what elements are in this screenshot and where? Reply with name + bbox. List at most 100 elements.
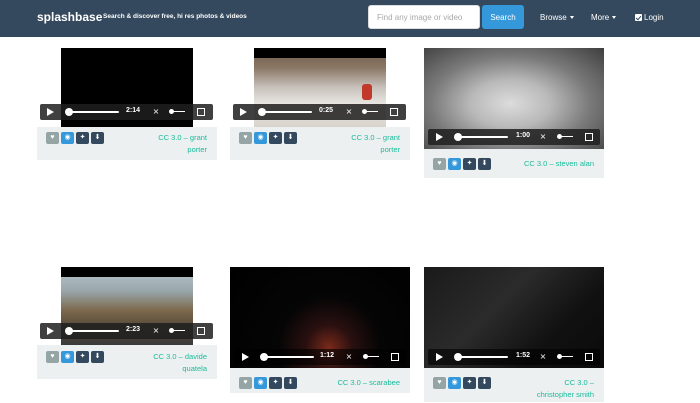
fullscreen-icon[interactable] (585, 133, 593, 141)
search-input[interactable] (368, 5, 480, 29)
license-credit[interactable]: CC 3.0 – christopher smith (537, 377, 594, 401)
navbar: splashbase Search & discover free, hi re… (0, 0, 700, 37)
play-icon[interactable] (47, 327, 54, 335)
download-icon[interactable]: ⬇ (478, 377, 491, 389)
search-button[interactable]: Search (482, 5, 524, 29)
play-icon[interactable] (242, 353, 249, 361)
fullscreen-icon[interactable] (390, 108, 398, 116)
mute-icon[interactable]: ⨯ (151, 326, 161, 336)
eye-icon[interactable]: ◉ (448, 377, 461, 389)
fullscreen-icon[interactable] (197, 327, 205, 335)
volume-bar[interactable] (173, 330, 185, 331)
login-link[interactable]: Login (635, 13, 664, 22)
progress-bar[interactable] (262, 111, 312, 113)
mute-icon[interactable]: ⨯ (344, 352, 354, 362)
heart-icon[interactable]: ♥ (46, 132, 59, 144)
more-menu[interactable]: More (591, 13, 617, 22)
eye-icon[interactable]: ◉ (254, 132, 267, 144)
twitter-icon[interactable]: ✦ (269, 377, 282, 389)
twitter-icon[interactable]: ✦ (76, 351, 89, 363)
letterbox (254, 48, 386, 58)
license-credit[interactable]: CC 3.0 – grant porter (158, 132, 207, 156)
chevron-down-icon (569, 16, 574, 20)
play-icon[interactable] (436, 133, 443, 141)
twitter-icon[interactable]: ✦ (76, 132, 89, 144)
license-credit[interactable]: CC 3.0 – steven alan (524, 158, 594, 170)
mute-icon[interactable]: ⨯ (538, 352, 548, 362)
play-icon[interactable] (436, 353, 443, 361)
video-preview[interactable]: 1:00 ⨯ (424, 48, 604, 149)
brand-logo[interactable]: splashbase (37, 10, 102, 24)
video-time: 0:25 (319, 107, 334, 114)
progress-bar[interactable] (458, 356, 508, 358)
license-credit[interactable]: CC 3.0 – grant porter (351, 132, 400, 156)
eye-icon[interactable]: ◉ (61, 132, 74, 144)
progress-bar[interactable] (264, 356, 314, 358)
video-controls: 1:12 ⨯ (234, 349, 406, 365)
mute-icon[interactable]: ⨯ (344, 107, 354, 117)
video-controls: 1:52 ⨯ (428, 349, 600, 365)
volume-bar[interactable] (173, 111, 185, 112)
credit-line: CC 3.0 – davide (153, 352, 207, 361)
progress-bar[interactable] (69, 111, 119, 113)
heart-icon[interactable]: ♥ (433, 158, 446, 170)
volume-bar[interactable] (561, 136, 573, 137)
download-icon[interactable]: ⬇ (284, 132, 297, 144)
twitter-icon[interactable]: ✦ (463, 158, 476, 170)
video-preview[interactable]: 0:25 ⨯ (230, 48, 410, 127)
letterbox (61, 267, 193, 277)
mute-icon[interactable]: ⨯ (538, 132, 548, 142)
heart-icon[interactable]: ♥ (239, 377, 252, 389)
play-icon[interactable] (240, 108, 247, 116)
credit-line: CC 3.0 – grant (351, 133, 400, 142)
heart-icon[interactable]: ♥ (46, 351, 59, 363)
video-preview[interactable]: 2:14 ⨯ (37, 48, 217, 127)
login-icon (635, 14, 642, 21)
volume-bar[interactable] (367, 356, 379, 357)
video-time: 1:52 (516, 352, 531, 359)
media-card: 1:52 ⨯ ♥ ◉ ✦ ⬇ CC 3.0 – christopher smith (424, 267, 604, 402)
tagline: Search & discover free, hi res photos & … (103, 13, 247, 20)
media-card: 1:00 ⨯ ♥ ◉ ✦ ⬇ CC 3.0 – steven alan (424, 48, 604, 178)
person-figure (362, 84, 372, 100)
fullscreen-icon[interactable] (197, 108, 205, 116)
download-icon[interactable]: ⬇ (284, 377, 297, 389)
download-icon[interactable]: ⬇ (91, 351, 104, 363)
heart-icon[interactable]: ♥ (239, 132, 252, 144)
credit-line: CC 3.0 – scarabee (337, 378, 400, 387)
credit-line: CC 3.0 – grant (158, 133, 207, 142)
media-card: 0:25 ⨯ ♥ ◉ ✦ ⬇ CC 3.0 – grant porter (230, 48, 410, 160)
browse-menu[interactable]: Browse (540, 13, 574, 22)
fullscreen-icon[interactable] (585, 353, 593, 361)
eye-icon[interactable]: ◉ (61, 351, 74, 363)
media-card: 2:23 ⨯ ♥ ◉ ✦ ⬇ CC 3.0 – davide quatela (37, 267, 217, 379)
fullscreen-icon[interactable] (391, 353, 399, 361)
video-preview[interactable]: 2:23 ⨯ (37, 267, 217, 345)
license-credit[interactable]: CC 3.0 – scarabee (337, 377, 400, 389)
mute-icon[interactable]: ⨯ (151, 107, 161, 117)
download-icon[interactable]: ⬇ (91, 132, 104, 144)
progress-bar[interactable] (69, 330, 119, 332)
media-card: 2:14 ⨯ ♥ ◉ ✦ ⬇ CC 3.0 – grant porter (37, 48, 217, 160)
play-icon[interactable] (47, 108, 54, 116)
credit-line: christopher smith (536, 390, 594, 399)
video-time: 2:23 (126, 326, 141, 333)
volume-bar[interactable] (561, 356, 573, 357)
download-icon[interactable]: ⬇ (478, 158, 491, 170)
video-preview[interactable]: 1:12 ⨯ (230, 267, 410, 368)
heart-icon[interactable]: ♥ (433, 377, 446, 389)
volume-bar[interactable] (366, 111, 378, 112)
eye-icon[interactable]: ◉ (448, 158, 461, 170)
video-preview[interactable]: 1:52 ⨯ (424, 267, 604, 368)
credit-line: CC 3.0 – (564, 378, 594, 387)
progress-bar[interactable] (458, 136, 508, 138)
credit-line: porter (380, 145, 400, 154)
video-controls: 2:23 ⨯ (40, 323, 213, 339)
video-time: 1:12 (320, 352, 335, 359)
twitter-icon[interactable]: ✦ (269, 132, 282, 144)
twitter-icon[interactable]: ✦ (463, 377, 476, 389)
license-credit[interactable]: CC 3.0 – davide quatela (153, 351, 207, 375)
credit-line: quatela (182, 364, 207, 373)
eye-icon[interactable]: ◉ (254, 377, 267, 389)
login-label: Login (644, 13, 664, 22)
